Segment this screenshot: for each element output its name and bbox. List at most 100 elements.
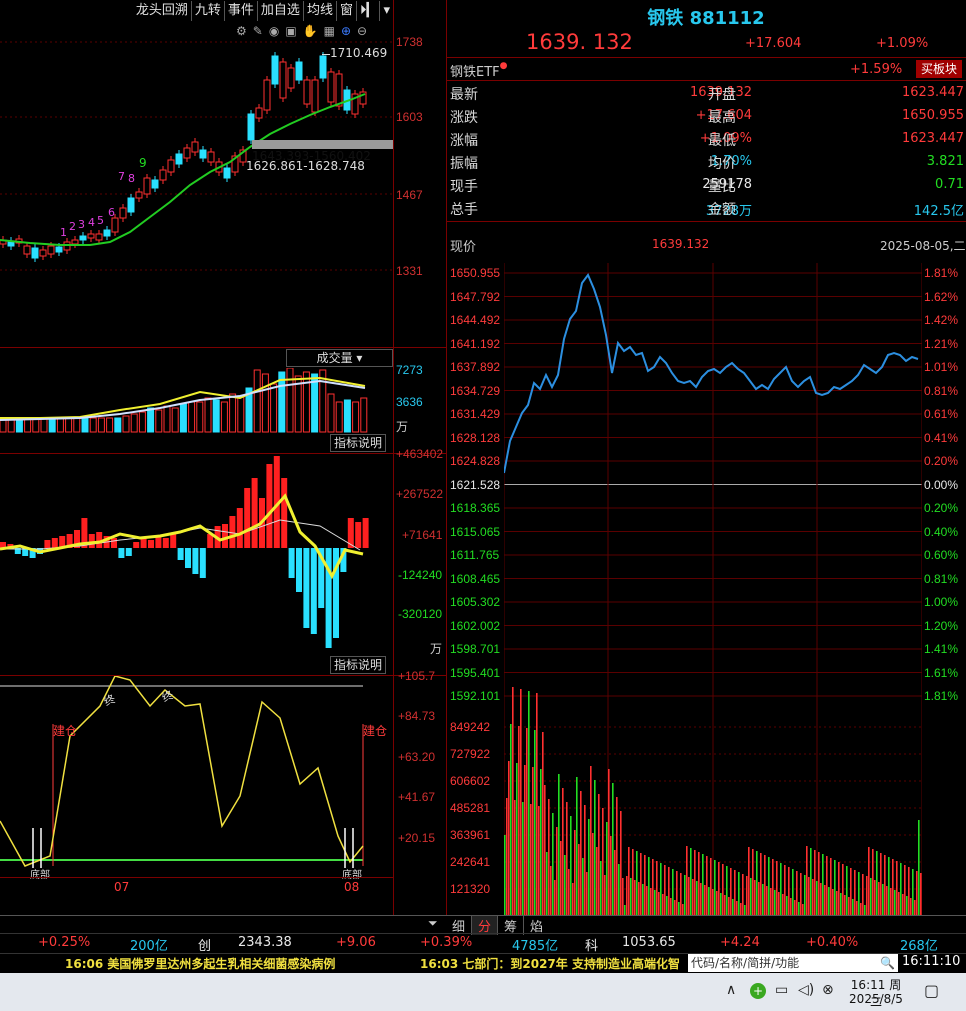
price-tick: 1602.002 bbox=[450, 618, 501, 633]
search-icon[interactable]: 🔍 bbox=[880, 954, 895, 972]
volume-bar bbox=[147, 407, 155, 433]
app-tray-icon[interactable]: + bbox=[750, 983, 766, 999]
intraday-volume-bar bbox=[516, 763, 518, 915]
stat-key: 金额 bbox=[708, 202, 736, 218]
intraday-volume-bar bbox=[582, 858, 584, 915]
intraday-volume-bar bbox=[866, 876, 868, 915]
download-icon[interactable]: ⏷ bbox=[428, 916, 438, 931]
intraday-volume-bar bbox=[778, 892, 780, 915]
intraday-volume-bar bbox=[678, 902, 680, 915]
stat-key: 最新 bbox=[450, 87, 478, 103]
intraday-volume-bar bbox=[830, 858, 832, 915]
intraday-volume-bar bbox=[528, 691, 530, 915]
volume-bar bbox=[302, 371, 310, 433]
intraday-volume-bar bbox=[766, 886, 768, 915]
close-circle-icon[interactable]: ⊗ bbox=[822, 982, 834, 998]
pin-icon[interactable]: ⏵▎ bbox=[355, 1, 380, 21]
etf-label[interactable]: 钢铁ETF● bbox=[450, 61, 508, 80]
notification-icon[interactable]: ▢ bbox=[924, 981, 939, 1000]
td-count: 2 bbox=[69, 220, 76, 233]
volume-bar bbox=[286, 368, 294, 433]
volume-tick: 849242 bbox=[450, 720, 491, 734]
kdj-tick: +41.67 bbox=[398, 790, 436, 804]
toolbar-nine-turn[interactable]: 九转 bbox=[190, 1, 224, 21]
volume-bar bbox=[335, 401, 343, 433]
toolbar-leader-replay[interactable]: 龙头回溯 bbox=[132, 1, 191, 21]
intraday-volume-bar bbox=[654, 890, 656, 915]
stat-key: 现手 bbox=[450, 179, 478, 195]
news-item[interactable]: 16:06 美国佛罗里达州多起生乳相关细菌感染病例 bbox=[65, 955, 335, 972]
intraday-volume-bar bbox=[814, 850, 816, 915]
price-tick: 1650.955 bbox=[450, 266, 501, 280]
price-tick: 1634.729 bbox=[450, 383, 501, 398]
kline-price-tick: 1331 bbox=[396, 264, 423, 278]
macd-bar bbox=[111, 538, 117, 548]
intraday-volume-bar bbox=[542, 732, 544, 915]
kline-chart[interactable] bbox=[0, 22, 393, 347]
network-icon[interactable]: ▭ bbox=[775, 982, 788, 998]
intraday-volume-bar bbox=[548, 799, 550, 915]
intraday-volume-bar bbox=[700, 883, 702, 915]
news-item[interactable]: 16:03 七部门：到2027年 支持制造业高端化智 bbox=[420, 955, 688, 972]
intraday-volume-bar bbox=[744, 905, 746, 915]
build-position-marker: 建仓 bbox=[363, 724, 388, 738]
indicator-selector[interactable]: 成交量 ▾ bbox=[286, 349, 393, 367]
candle bbox=[23, 245, 31, 255]
pct-tick: 0.60% bbox=[924, 548, 959, 562]
price-tick: 1631.429 bbox=[450, 407, 501, 421]
intraday-volume-bar bbox=[772, 859, 774, 915]
intraday-volume-bar bbox=[648, 857, 650, 915]
intraday-volume-bar bbox=[860, 903, 862, 915]
td-count: 3 bbox=[78, 218, 85, 231]
intraday-volume-bar bbox=[738, 872, 740, 915]
volume-bar bbox=[56, 417, 64, 433]
macd-tick: -320120 bbox=[398, 607, 443, 621]
macd-bar bbox=[325, 548, 332, 648]
intraday-volume-bar bbox=[570, 816, 572, 915]
stat-row: 现手 259178 量比 0.71 bbox=[446, 174, 966, 197]
candle bbox=[191, 141, 199, 153]
intraday-volume-bar bbox=[836, 891, 838, 915]
index-strip-item: +0.40% bbox=[806, 935, 859, 950]
volume-icon[interactable]: ◁) bbox=[798, 982, 814, 998]
intraday-chart[interactable] bbox=[504, 263, 922, 916]
clock: 16:11:10 bbox=[902, 954, 961, 969]
intraday-volume-bar bbox=[618, 864, 620, 915]
price-tick: 1621.528 bbox=[450, 477, 501, 492]
intraday-volume-bar bbox=[904, 865, 906, 915]
candle bbox=[335, 73, 343, 107]
volume-bar bbox=[155, 409, 163, 433]
volume-bar bbox=[196, 401, 204, 433]
chevron-up-icon[interactable]: ∧ bbox=[726, 982, 736, 998]
intraday-volume-bar bbox=[594, 780, 596, 915]
intraday-volume-bar bbox=[514, 800, 516, 915]
chevron-down-icon[interactable]: ▾ bbox=[379, 1, 393, 21]
toolbar-moving-average[interactable]: 均线 bbox=[302, 1, 336, 21]
pct-tick: 0.81% bbox=[924, 571, 959, 586]
candle bbox=[247, 113, 255, 141]
toolbar-window[interactable]: 窗 bbox=[335, 1, 356, 21]
intraday-volume-bar bbox=[726, 866, 728, 915]
intraday-volume-bar bbox=[564, 855, 566, 915]
macd-bar bbox=[355, 522, 362, 548]
kdj-tick: +63.20 bbox=[398, 750, 436, 764]
macd-bar bbox=[251, 478, 258, 548]
macd-bar bbox=[199, 548, 206, 578]
search-input[interactable]: 代码/名称/简拼/功能 🔍 bbox=[688, 954, 898, 972]
buy-sector-button[interactable]: 买板块 bbox=[916, 60, 962, 78]
toolbar-add-watchlist[interactable]: 加自选 bbox=[256, 1, 303, 21]
volume-bar bbox=[270, 383, 278, 433]
intraday-volume-bar bbox=[512, 687, 514, 915]
macd-bar bbox=[244, 488, 251, 548]
intraday-volume-bar bbox=[870, 878, 872, 915]
kline-price-tick: 1738 bbox=[396, 35, 423, 49]
indicator-explain-button[interactable]: 指标说明 bbox=[330, 656, 386, 674]
toolbar-events[interactable]: 事件 bbox=[223, 1, 257, 21]
index-strip-item: 1053.65 bbox=[622, 935, 676, 950]
indicator-explain-button[interactable]: 指标说明 bbox=[330, 434, 386, 452]
intraday-volume-bar bbox=[858, 872, 860, 915]
intraday-volume-bar bbox=[750, 878, 752, 915]
intraday-volume-bar bbox=[854, 870, 856, 915]
candle bbox=[143, 177, 151, 195]
intraday-volume-bar bbox=[674, 900, 676, 915]
